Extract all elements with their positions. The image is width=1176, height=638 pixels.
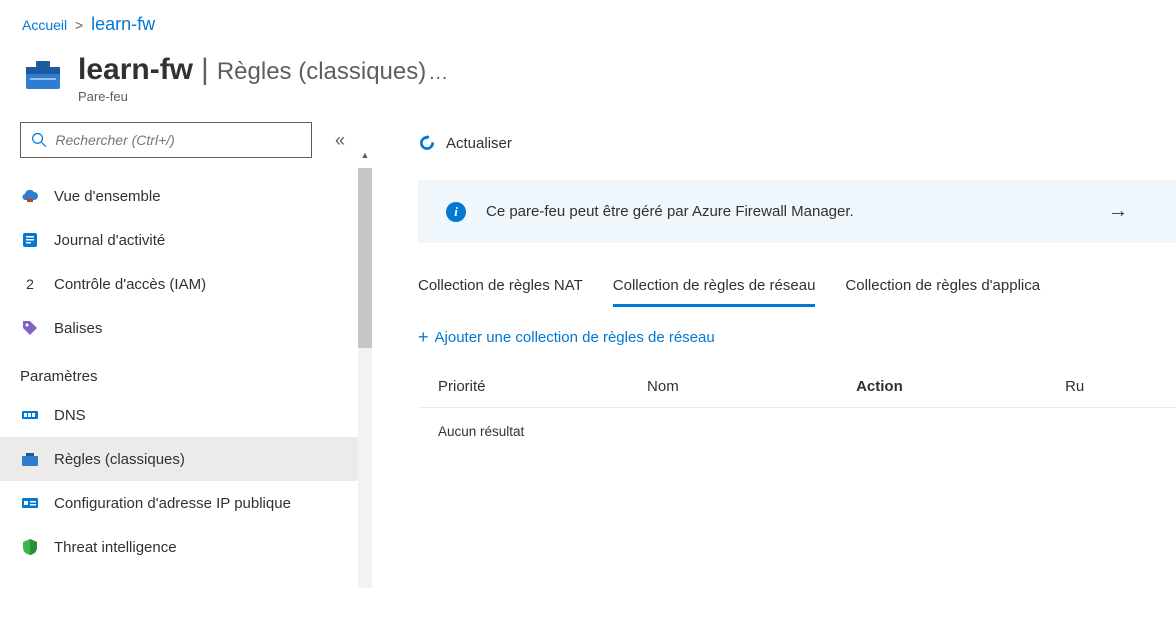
page-title: learn-fw	[78, 53, 193, 87]
sidebar-item-public-ip[interactable]: Configuration d'adresse IP publique	[0, 481, 372, 525]
table-empty-state: Aucun résultat	[418, 407, 1176, 455]
banner-message: Ce pare-feu peut être géré par Azure Fir…	[486, 203, 1108, 220]
collapse-sidebar-button[interactable]: «	[326, 126, 354, 154]
info-icon: i	[446, 202, 466, 222]
search-icon	[31, 131, 47, 149]
add-rule-collection-link[interactable]: + Ajouter une collection de règles de ré…	[418, 327, 1176, 348]
breadcrumb-home[interactable]: Accueil	[22, 17, 67, 33]
search-box[interactable]	[20, 122, 312, 158]
firewall-small-icon	[20, 449, 40, 469]
sidebar-item-label: Balises	[54, 320, 102, 337]
plus-icon: +	[418, 327, 429, 348]
breadcrumb-separator: >	[75, 17, 83, 33]
sidebar-item-label: DNS	[54, 407, 86, 424]
th-rules[interactable]: Ru	[1065, 378, 1156, 395]
scroll-up-icon[interactable]: ▲	[358, 148, 372, 162]
sidebar-item-label: Threat intelligence	[54, 539, 177, 556]
page-header: learn-fw | Règles (classiques) … Pare-fe…	[0, 43, 1176, 116]
resource-type: Pare-feu	[78, 89, 448, 104]
breadcrumb-current[interactable]: learn-fw	[91, 14, 155, 34]
th-priority[interactable]: Priorité	[438, 378, 647, 395]
sidebar-item-label: Vue d'ensemble	[54, 188, 161, 205]
add-link-label: Ajouter une collection de règles de rése…	[435, 329, 715, 346]
more-icon[interactable]: …	[428, 62, 448, 85]
dns-icon	[20, 405, 40, 425]
activity-log-icon	[20, 230, 40, 250]
sidebar-item-label: Journal d'activité	[54, 232, 165, 249]
nav-menu: Vue d'ensemble Journal d'activité 2 Cont…	[0, 174, 372, 624]
cloud-icon	[20, 186, 40, 206]
info-banner: i Ce pare-feu peut être géré par Azure F…	[418, 180, 1176, 243]
refresh-label: Actualiser	[446, 135, 512, 152]
sidebar-item-threat-intel[interactable]: Threat intelligence	[0, 525, 372, 569]
tab-nat[interactable]: Collection de règles NAT	[418, 277, 583, 307]
sidebar-item-label: Règles (classiques)	[54, 451, 185, 468]
tab-bar: Collection de règles NAT Collection de r…	[418, 277, 1176, 307]
banner-arrow-link[interactable]: →	[1108, 200, 1128, 223]
sidebar-item-tags[interactable]: Balises	[0, 306, 372, 350]
tag-icon	[20, 318, 40, 338]
table-header-row: Priorité Nom Action Ru	[418, 378, 1176, 407]
title-separator: |	[201, 53, 209, 87]
sidebar-item-label: Configuration d'adresse IP publique	[54, 495, 291, 512]
ip-config-icon	[20, 493, 40, 513]
shield-icon	[20, 537, 40, 557]
th-name[interactable]: Nom	[647, 378, 856, 395]
refresh-icon	[418, 134, 436, 152]
main-content: Actualiser i Ce pare-feu peut être géré …	[372, 116, 1176, 624]
sidebar-item-dns[interactable]: DNS	[0, 393, 372, 437]
iam-icon: 2	[20, 274, 40, 294]
tab-network[interactable]: Collection de règles de réseau	[613, 277, 816, 307]
breadcrumb: Accueil > learn-fw	[0, 0, 1176, 43]
firewall-icon	[22, 53, 64, 95]
sidebar-section-settings: Paramètres	[0, 350, 372, 393]
tab-application[interactable]: Collection de règles d'applica	[845, 277, 1040, 307]
scrollbar[interactable]: ▲	[358, 168, 372, 588]
sidebar-item-rules-classic[interactable]: Règles (classiques)	[0, 437, 372, 481]
scrollbar-thumb[interactable]	[358, 168, 372, 348]
search-input[interactable]	[55, 132, 301, 148]
sidebar-item-label: Contrôle d'accès (IAM)	[54, 276, 206, 293]
sidebar: « Vue d'ensemble Journal d'activité 2 Co…	[0, 116, 372, 624]
refresh-button[interactable]: Actualiser	[418, 134, 512, 152]
th-action[interactable]: Action	[856, 378, 1065, 395]
sidebar-item-overview[interactable]: Vue d'ensemble	[0, 174, 372, 218]
toolbar: Actualiser	[418, 124, 1176, 162]
sidebar-item-activity-log[interactable]: Journal d'activité	[0, 218, 372, 262]
sidebar-item-iam[interactable]: 2 Contrôle d'accès (IAM)	[0, 262, 372, 306]
page-subtitle: Règles (classiques)	[217, 58, 426, 86]
